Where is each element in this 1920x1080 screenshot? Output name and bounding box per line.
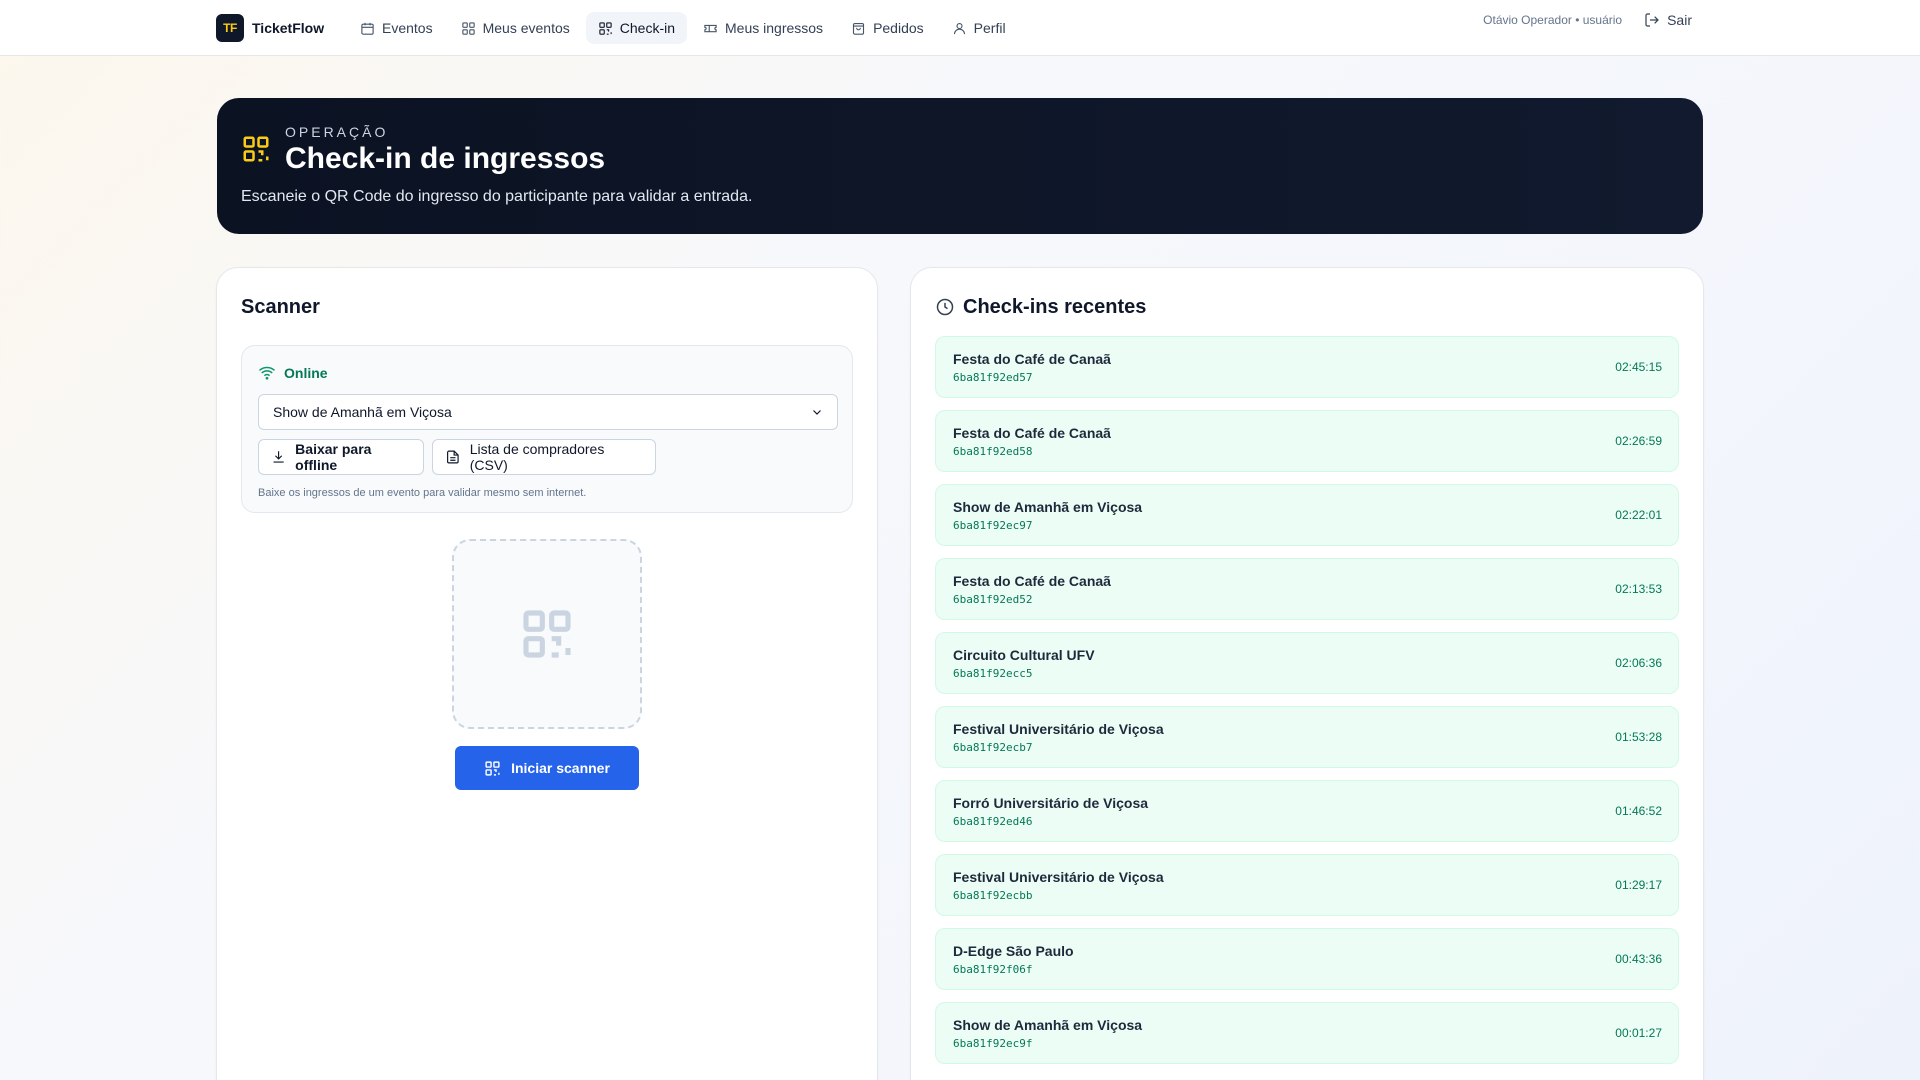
qr-icon [241, 134, 271, 164]
checkin-code: 6ba81f92ed46 [953, 815, 1033, 828]
checkin-event: Festa do Café de Canaã [953, 425, 1111, 441]
nav-item-check-in[interactable]: Check-in [585, 12, 688, 44]
checkin-event: Festival Universitário de Viçosa [953, 869, 1164, 885]
checkin-item[interactable]: Festa do Café de Canaã 6ba81f92ed58 02:2… [935, 410, 1679, 472]
nav-item-label: Pedidos [873, 20, 924, 36]
checkin-item[interactable]: D-Edge São Paulo 6ba81f92f06f 00:43:36 [935, 928, 1679, 990]
checkin-event: Show de Amanhã em Viçosa [953, 499, 1143, 515]
brand[interactable]: TF TicketFlow [216, 14, 324, 42]
checkin-item[interactable]: Festival Universitário de Viçosa 6ba81f9… [935, 706, 1679, 768]
checkin-event: Festa do Café de Canaã [953, 573, 1111, 589]
top-navbar: TF TicketFlow Eventos Meus eventos Check… [0, 0, 1920, 56]
buyers-csv-button[interactable]: Lista de compradores (CSV) [432, 439, 656, 475]
nav-item-pedidos[interactable]: Pedidos [839, 12, 936, 44]
checkin-time: 01:46:52 [1615, 804, 1662, 818]
offline-panel: Online Show de Amanhã em Viçosa Baixar p… [241, 345, 853, 513]
checkin-time: 02:45:15 [1615, 360, 1662, 374]
scanner-card: Scanner Online Show de Amanhã em Viçosa … [216, 267, 878, 1080]
download-offline-label: Baixar para offline [295, 441, 372, 473]
wifi-icon [259, 366, 275, 380]
checkin-event: Circuito Cultural UFV [953, 647, 1095, 663]
checkin-time: 02:13:53 [1615, 582, 1662, 596]
user-icon [953, 22, 965, 34]
event-select[interactable]: Show de Amanhã em Viçosa [258, 394, 838, 430]
checkin-time: 01:29:17 [1615, 878, 1662, 892]
checkin-time: 02:26:59 [1615, 434, 1662, 448]
nav-item-label: Check-in [619, 20, 676, 36]
qr-icon [599, 21, 612, 35]
nav-item-label: Meus ingressos [725, 20, 824, 36]
ticket-icon [704, 24, 717, 32]
recent-checkins-title: Check-ins recentes [963, 296, 1147, 318]
page-title: Check-in de ingressos [285, 142, 606, 175]
checkin-item[interactable]: Festival Universitário de Viçosa 6ba81f9… [935, 854, 1679, 916]
current-user: Otávio Operador • usuário [1483, 13, 1623, 27]
scanner-viewport [452, 539, 642, 729]
page-subtitle: Escaneie o QR Code do ingresso do partic… [241, 188, 753, 205]
checkin-time: 02:06:36 [1615, 656, 1662, 670]
checkin-event: Forró Universitário de Viçosa [953, 795, 1149, 811]
recent-checkins-card: Check-ins recentes Festa do Café de Cana… [910, 267, 1704, 1080]
checkin-code: 6ba81f92ec97 [953, 519, 1033, 532]
nav-item-meus-ingressos[interactable]: Meus ingressos [691, 12, 835, 44]
checkin-time: 02:22:01 [1615, 508, 1662, 522]
checkin-item[interactable]: Festa do Café de Canaã 6ba81f92ed52 02:1… [935, 558, 1679, 620]
brand-name: TicketFlow [252, 20, 325, 36]
checkin-event: Show de Amanhã em Viçosa [953, 1017, 1143, 1033]
event-select-value: Show de Amanhã em Viçosa [273, 404, 452, 420]
grid-icon [461, 21, 475, 35]
start-scanner-button[interactable]: Iniciar scanner [455, 746, 639, 790]
checkin-code: 6ba81f92ecbb [953, 889, 1033, 902]
connection-status-label: Online [284, 365, 328, 381]
nav-item-label: Meus eventos [482, 20, 570, 36]
checkin-item[interactable]: Show de Amanhã em Viçosa 6ba81f92ec97 02… [935, 484, 1679, 546]
download-offline-button[interactable]: Baixar para offline [258, 439, 424, 475]
checkin-time: 00:01:27 [1615, 1026, 1662, 1040]
buyers-csv-label: Lista de compradores (CSV) [469, 441, 605, 473]
nav-item-meus-eventos[interactable]: Meus eventos [449, 12, 582, 44]
download-icon [273, 451, 284, 463]
checkin-time: 01:53:28 [1615, 730, 1662, 744]
checkin-code: 6ba81f92ecc5 [953, 667, 1033, 680]
nav-item-perfil[interactable]: Perfil [940, 12, 1018, 44]
logout-button[interactable]: Sair [1644, 12, 1692, 28]
checkin-code: 6ba81f92ed52 [953, 593, 1033, 606]
checkin-item[interactable]: Circuito Cultural UFV 6ba81f92ecc5 02:06… [935, 632, 1679, 694]
nav-item-eventos[interactable]: Eventos [348, 12, 445, 44]
clock-icon [935, 297, 955, 317]
checkin-code: 6ba81f92ecb7 [953, 741, 1033, 754]
file-icon [447, 450, 459, 464]
checkin-code: 6ba81f92f06f [953, 963, 1033, 976]
qr-placeholder-icon [523, 610, 571, 658]
checkin-item[interactable]: Show de Amanhã em Viçosa 6ba81f92ec9f 00… [935, 1002, 1679, 1064]
checkin-item[interactable]: Forró Universitário de Viçosa 6ba81f92ed… [935, 780, 1679, 842]
brand-logo: TF [216, 14, 244, 42]
logout-label: Sair [1667, 12, 1692, 28]
hero-eyebrow: OPERAÇÃO [285, 124, 389, 140]
nav-right: Otávio Operador • usuário Sair [1483, 12, 1692, 28]
connection-status: Online [258, 364, 328, 382]
offline-hint: Baixe os ingressos de um evento para val… [258, 487, 587, 499]
checkin-event: Festa do Café de Canaã [953, 351, 1111, 367]
checkin-time: 00:43:36 [1615, 952, 1662, 966]
start-scanner-label: Iniciar scanner [511, 760, 610, 776]
checkin-event: Festival Universitário de Viçosa [953, 721, 1164, 737]
checkin-code: 6ba81f92ec9f [953, 1037, 1033, 1050]
logout-icon [1645, 13, 1659, 27]
qr-icon [485, 760, 500, 776]
checkin-code: 6ba81f92ed58 [953, 445, 1033, 458]
checkin-event: D-Edge São Paulo [953, 943, 1074, 959]
chevron-down-icon [813, 410, 821, 415]
checkin-code: 6ba81f92ed57 [953, 371, 1033, 384]
scanner-title: Scanner [241, 296, 320, 318]
main-nav: Eventos Meus eventos Check-in Meus ingre… [348, 12, 1018, 44]
hero-banner: OPERAÇÃO Check-in de ingressos Escaneie … [217, 98, 1703, 234]
nav-item-label: Eventos [382, 20, 433, 36]
checkin-item[interactable]: Festa do Café de Canaã 6ba81f92ed57 02:4… [935, 336, 1679, 398]
bag-icon [853, 22, 865, 35]
nav-item-label: Perfil [973, 20, 1006, 36]
calendar-icon [361, 22, 374, 35]
